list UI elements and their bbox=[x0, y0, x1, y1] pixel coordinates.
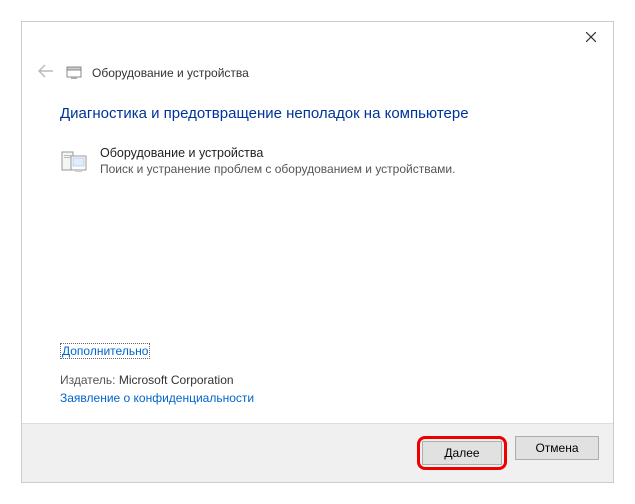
troubleshooter-dialog: Оборудование и устройства Диагностика и … bbox=[21, 21, 614, 483]
back-button[interactable] bbox=[36, 62, 56, 83]
item-text: Оборудование и устройства Поиск и устран… bbox=[100, 146, 583, 176]
close-button[interactable] bbox=[569, 22, 613, 52]
item-title: Оборудование и устройства bbox=[100, 146, 583, 160]
titlebar bbox=[22, 22, 613, 56]
next-button-highlight: Далее bbox=[417, 436, 507, 470]
advanced-link[interactable]: Дополнительно bbox=[60, 343, 150, 359]
close-icon bbox=[586, 32, 596, 42]
next-button[interactable]: Далее bbox=[422, 441, 502, 465]
main-heading: Диагностика и предотвращение неполадок н… bbox=[60, 105, 583, 122]
publisher-label: Издатель: bbox=[60, 373, 116, 387]
publisher-name: Microsoft Corporation bbox=[119, 373, 234, 387]
troubleshooter-icon bbox=[66, 65, 82, 81]
footer: Далее Отмена bbox=[22, 423, 613, 482]
hardware-icon bbox=[60, 148, 88, 176]
publisher-row: Издатель: Microsoft Corporation bbox=[60, 373, 583, 387]
privacy-link[interactable]: Заявление о конфиденциальности bbox=[60, 391, 583, 405]
header-title: Оборудование и устройства bbox=[92, 66, 249, 80]
item-description: Поиск и устранение проблем с оборудовани… bbox=[100, 162, 583, 176]
content-area: Диагностика и предотвращение неполадок н… bbox=[22, 93, 613, 423]
cancel-button[interactable]: Отмена bbox=[515, 436, 599, 460]
troubleshooter-item: Оборудование и устройства Поиск и устран… bbox=[60, 146, 583, 176]
header-row: Оборудование и устройства bbox=[22, 56, 613, 93]
back-arrow-icon bbox=[38, 64, 54, 78]
